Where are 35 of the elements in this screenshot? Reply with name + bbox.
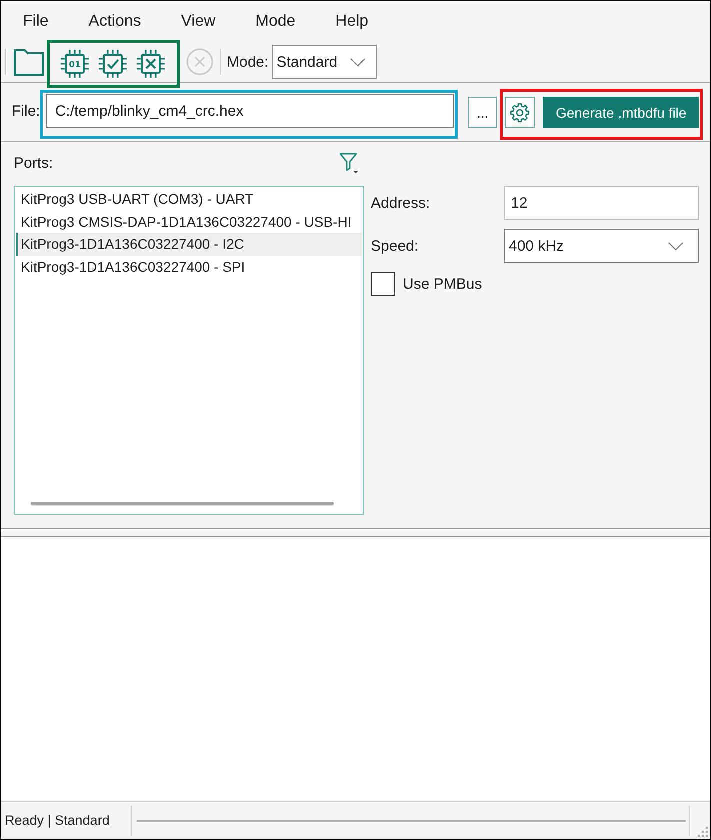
- checkbox-label[interactable]: Use PMBus: [403, 276, 482, 292]
- generate-button[interactable]: Generate .mtbdfu file: [543, 97, 700, 128]
- ports-label: Ports:: [14, 154, 54, 172]
- splitter[interactable]: [1, 528, 710, 537]
- chevron-down-icon: [350, 58, 366, 66]
- menu-item[interactable]: File: [3, 6, 69, 36]
- resize-grip-icon[interactable]: [697, 826, 708, 837]
- checkbox[interactable]: [371, 272, 395, 296]
- address-field[interactable]: 12: [504, 186, 699, 220]
- chevron-down-icon: [668, 242, 684, 250]
- address-label: Address:: [371, 194, 432, 212]
- port-list-item[interactable]: KitProg3-1D1A136C03227400 - SPI: [16, 256, 362, 278]
- speed-dropdown[interactable]: 400 kHz: [504, 229, 699, 263]
- file-label: File:: [12, 102, 40, 122]
- horizontal-scrollbar[interactable]: [31, 502, 334, 505]
- browse-button[interactable]: ...: [468, 97, 498, 128]
- file-path-field[interactable]: C:/temp/blinky_cm4_crc.hex: [46, 94, 454, 128]
- menu-item[interactable]: Help: [316, 6, 389, 36]
- filter-icon[interactable]: [339, 152, 359, 174]
- status-text: Ready | Standard: [5, 813, 111, 828]
- folder-icon[interactable]: [14, 48, 44, 76]
- port-list-item[interactable]: KitProg3 USB-UART (COM3) - UART: [16, 188, 362, 211]
- settings-button[interactable]: [505, 97, 536, 128]
- menu-item[interactable]: Actions: [68, 6, 162, 36]
- port-list-item[interactable]: KitProg3-1D1A136C03227400 - I2C: [16, 233, 362, 256]
- chip-x-icon[interactable]: [136, 49, 166, 79]
- speed-label: Speed:: [371, 238, 420, 254]
- port-list-item[interactable]: KitProg3 CMSIS-DAP-1D1A136C03227400 - USB-HI: [16, 210, 362, 234]
- ports-list[interactable]: KitProg3 USB-UART (COM3) - UART KitProg3 CMSIS-DAP-1D1A136C03227400 - USB-HI KitProg3-1D1A136C03227400 - I2C KitProg3-1D1A136C03227400 - SPI: [14, 186, 364, 515]
- menu-item[interactable]: View: [161, 6, 236, 36]
- menu-item[interactable]: Mode: [236, 6, 316, 36]
- mode-label: Mode:: [227, 54, 269, 70]
- chip-check-icon[interactable]: [98, 49, 128, 79]
- settings-icon: [510, 102, 530, 122]
- mode-dropdown[interactable]: Standard: [272, 45, 377, 79]
